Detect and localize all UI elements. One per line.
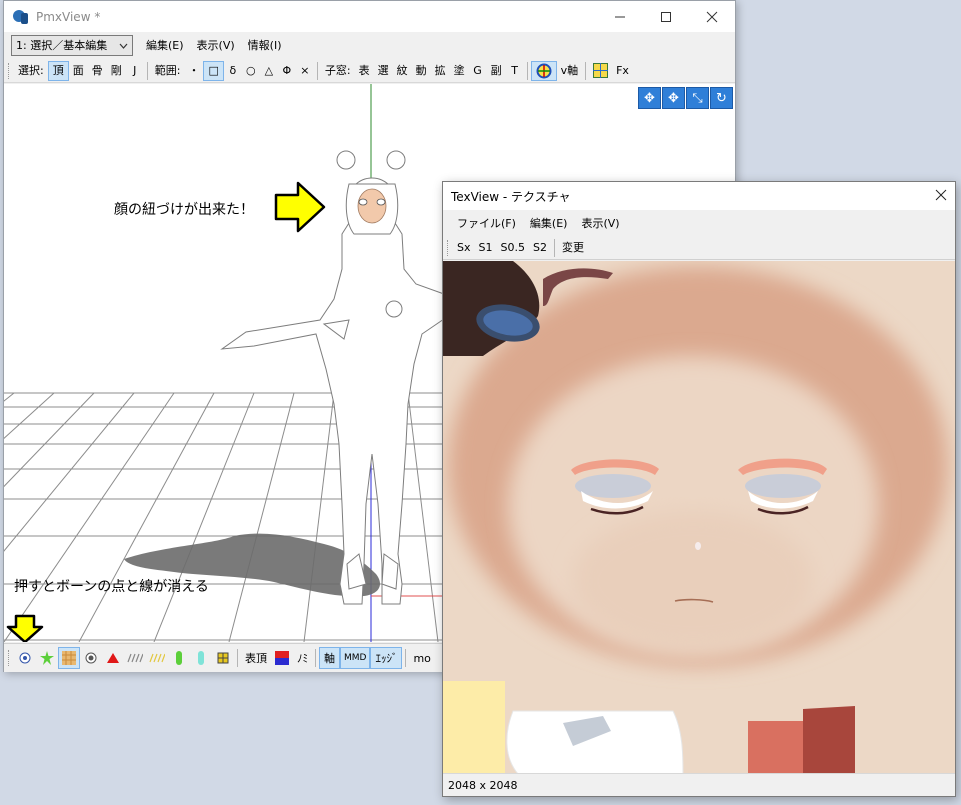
menu-view[interactable]: 表示(V) [197, 37, 235, 53]
color-swatch-icon[interactable] [271, 647, 293, 669]
face-texture-image [443, 261, 955, 774]
toolbar-separator [316, 61, 318, 80]
menu-view[interactable]: 表示(V) [581, 215, 619, 231]
range-rect-button[interactable]: □ [203, 60, 224, 81]
texview-titlebar: TexView - テクスチャ [443, 182, 955, 210]
vertex-point-toggle-icon[interactable] [14, 647, 36, 669]
toolbar-grip [8, 62, 11, 79]
toolbar-separator [585, 61, 587, 80]
pmxview-menubar: 1: 選択／基本編集 編集(E) 表示(V) 情報(I) [4, 32, 735, 58]
pmx-app-icon [12, 8, 30, 26]
move-xy-icon[interactable]: ✥ [638, 87, 661, 109]
texview-toolbar: Sx S1 S0.5 S2 変更 [443, 236, 955, 260]
range-phi-button[interactable]: Φ [278, 61, 296, 81]
texture-size-label: 2048 x 2048 [448, 778, 518, 792]
bone-point-icon[interactable] [80, 647, 102, 669]
edge-toggle-button[interactable]: ｴｯｼﾞ [370, 647, 403, 669]
zoom-icon[interactable]: ⤡ [686, 87, 709, 109]
axis-gizmo-icon[interactable] [530, 60, 557, 81]
range-point-button[interactable]: ・ [184, 61, 203, 81]
child-select-button[interactable]: 選 [374, 61, 393, 81]
toolbar-separator [146, 61, 148, 80]
texview-window: TexView - テクスチャ ファイル(F) 編集(E) 表示(V) Sx S… [442, 181, 956, 797]
toolbar-separator [405, 649, 407, 667]
range-delta-button[interactable]: δ [224, 61, 242, 81]
menu-file[interactable]: ファイル(F) [457, 215, 516, 231]
toolbar-separator [526, 61, 528, 80]
mode-select-value: 1: 選択／基本編集 [16, 39, 108, 52]
green-star-icon[interactable] [36, 647, 58, 669]
scale-s05-button[interactable]: S0.5 [496, 238, 528, 258]
child-window-label: 子窓: [324, 63, 351, 77]
green-capsule-icon[interactable] [168, 647, 190, 669]
view-control-buttons: ✥ ✥ ⤡ ↻ [638, 87, 733, 109]
child-zoom-button[interactable]: 拡 [431, 61, 450, 81]
red-triangle-icon[interactable] [102, 647, 124, 669]
pmxview-toolbar: 選択: 頂 面 骨 剛 J 範囲: ・ □ δ ○ △ Φ × 子窓: 表 選 … [4, 59, 735, 83]
child-paint-button[interactable]: 塗 [450, 61, 469, 81]
press-hint-annotation: 押すとボーンの点と線が消える [14, 579, 209, 595]
toolbar-grip [447, 239, 450, 256]
toolbar-grip [8, 650, 11, 666]
close-icon[interactable] [935, 187, 947, 205]
change-button[interactable]: 変更 [558, 238, 588, 258]
texview-menubar: ファイル(F) 編集(E) 表示(V) [443, 212, 955, 234]
texview-statusbar: 2048 x 2048 [443, 773, 955, 796]
yellow-hatch-icon[interactable] [146, 647, 168, 669]
minimize-icon[interactable] [597, 1, 643, 32]
child-t-button[interactable]: T [506, 61, 524, 81]
select-joint-button[interactable]: J [126, 61, 144, 81]
mesh-texture-icon[interactable] [58, 647, 80, 669]
cyan-capsule-icon[interactable] [190, 647, 212, 669]
rotate-icon[interactable]: ↻ [710, 87, 733, 109]
scale-s1-button[interactable]: S1 [475, 238, 497, 258]
close-icon[interactable] [689, 1, 735, 32]
face-link-annotation: 顔の紐づけが出来た！ [114, 202, 254, 218]
select-rigid-button[interactable]: 剛 [107, 61, 126, 81]
gray-hatch-icon[interactable] [124, 647, 146, 669]
child-g-button[interactable]: G [469, 61, 487, 81]
child-table-button[interactable]: 表 [355, 61, 374, 81]
scale-sx-button[interactable]: Sx [453, 238, 475, 258]
scale-s2-button[interactable]: S2 [529, 238, 551, 258]
toolbar-separator [237, 649, 238, 667]
select-label: 選択: [18, 63, 44, 77]
maximize-icon[interactable] [643, 1, 689, 32]
menu-info[interactable]: 情報(I) [248, 37, 282, 53]
bottombar-extra-text: mo [413, 651, 431, 665]
yellow-joint-icon[interactable] [212, 647, 234, 669]
range-clear-button[interactable]: × [296, 61, 314, 81]
axis-toggle-button[interactable]: 軸 [319, 647, 340, 669]
child-motion-button[interactable]: 動 [412, 61, 431, 81]
show-vertex-button[interactable]: 表頂 [241, 650, 271, 666]
menu-edit[interactable]: 編集(E) [146, 37, 184, 53]
mi-button[interactable]: ﾉﾐ [293, 650, 312, 666]
move-xz-icon[interactable]: ✥ [662, 87, 685, 109]
range-label: 範囲: [154, 63, 181, 77]
pmxview-title: PmxView * [36, 9, 101, 24]
select-bone-button[interactable]: 骨 [88, 61, 107, 81]
arrow-right-icon [274, 181, 326, 233]
chevron-down-icon [119, 39, 128, 52]
child-sub-button[interactable]: 副 [487, 61, 506, 81]
grid-icon[interactable] [589, 61, 612, 81]
mode-select[interactable]: 1: 選択／基本編集 [11, 34, 133, 56]
range-triangle-button[interactable]: △ [260, 61, 278, 81]
v-axis-button[interactable]: v軸 [557, 61, 583, 81]
arrow-down-icon [6, 614, 44, 642]
fx-button[interactable]: Fx [612, 61, 633, 81]
texview-title: TexView - テクスチャ [451, 189, 571, 204]
toolbar-separator [553, 238, 555, 257]
toolbar-separator [315, 649, 316, 667]
select-face-button[interactable]: 面 [69, 61, 88, 81]
select-vertex-button[interactable]: 頂 [47, 60, 69, 81]
pmxview-titlebar: PmxView * [4, 1, 735, 32]
range-circle-button[interactable]: ○ [242, 61, 260, 81]
child-pattern-button[interactable]: 紋 [393, 61, 412, 81]
menu-edit[interactable]: 編集(E) [530, 215, 568, 231]
mmd-toggle-button[interactable]: MMD [340, 647, 371, 669]
texture-canvas[interactable] [443, 261, 955, 774]
